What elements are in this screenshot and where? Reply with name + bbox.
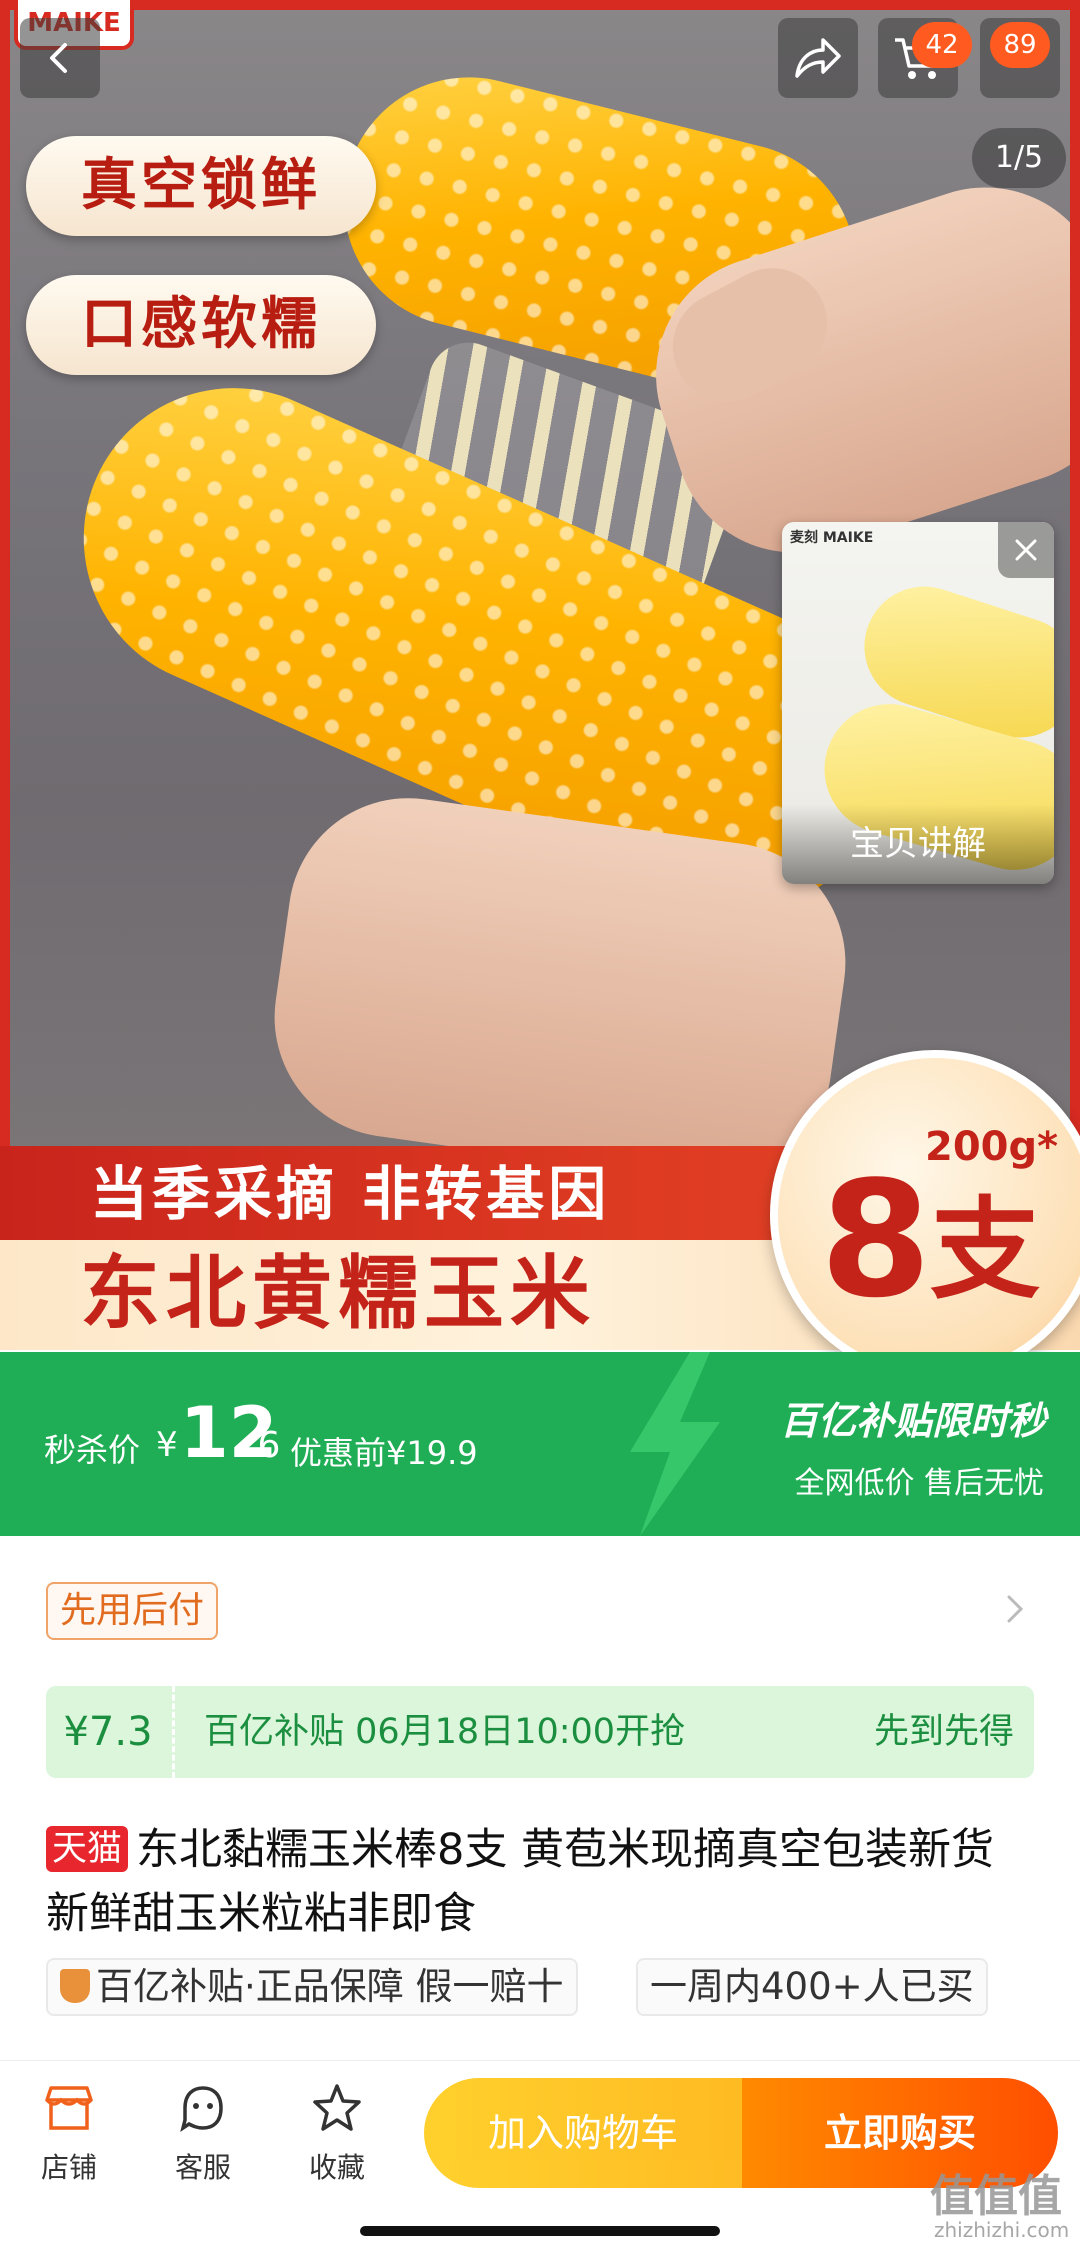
- service-label: 客服: [174, 2151, 231, 2184]
- shop-label: 店铺: [40, 2151, 97, 2184]
- flash-price-currency: ¥: [156, 1425, 178, 1465]
- cart-count-badge: 42: [912, 22, 972, 68]
- video-brand-logo: 麦刻 MAIKE: [790, 530, 874, 546]
- watermark-url: zhizhizhi.com: [934, 2218, 1070, 2242]
- count-unit: 支: [930, 1186, 1040, 1314]
- campaign-title: 百亿补贴限时秒: [779, 1399, 1046, 1443]
- promo-line-harvest: 当季采摘 非转基因: [90, 1160, 611, 1228]
- subsidy-first-come: 先到先得: [873, 1712, 1014, 1752]
- share-button[interactable]: [778, 18, 858, 98]
- video-explain-card[interactable]: 麦刻 MAIKE 宝贝讲解: [782, 522, 1054, 884]
- feature-tag-soft: 口感软糯: [26, 275, 376, 375]
- chevron-right-icon[interactable]: [1000, 1594, 1030, 1624]
- flash-price-label: 秒杀价: [44, 1431, 141, 1469]
- service-tab[interactable]: 客服: [148, 2080, 258, 2186]
- count-number: 8: [820, 1146, 932, 1333]
- campaign-desc: 全网低价 售后无忧: [794, 1466, 1044, 1501]
- favorite-tab[interactable]: 收藏: [282, 2080, 392, 2186]
- close-icon: [1015, 539, 1037, 561]
- video-close-button[interactable]: [998, 522, 1054, 578]
- subsidy-divider: [172, 1686, 175, 1778]
- message-count-badge: 89: [990, 22, 1050, 68]
- promo-line-product: 东北黄糯玉米: [80, 1247, 596, 1340]
- guarantee-text: 百亿补贴·正品保障 假一赔十: [96, 1965, 564, 2008]
- video-label: 宝贝讲解: [782, 804, 1054, 884]
- watermark-logo: 值值值: [930, 2171, 1062, 2222]
- chevron-left-icon: [50, 43, 67, 73]
- customer-service-icon: [180, 2086, 223, 2132]
- pay-later-badge[interactable]: 先用后付: [46, 1582, 219, 1640]
- guarantee-chip[interactable]: 百亿补贴·正品保障 假一赔十: [46, 1958, 578, 2016]
- home-indicator: [360, 2226, 720, 2236]
- add-to-cart-button[interactable]: 加入购物车: [424, 2078, 742, 2188]
- flash-price-decimal: .6: [246, 1425, 281, 1466]
- favorite-label: 收藏: [308, 2151, 365, 2184]
- lightning-icon: [630, 1352, 720, 1536]
- shop-tab[interactable]: 店铺: [14, 2080, 124, 2186]
- shield-icon: [60, 1969, 90, 2003]
- product-title-text: 东北黏糯玉米棒8支 黄苞米现摘真空包装新货新鲜甜玉米粒粘非即食: [46, 1825, 995, 1939]
- count-weight: 200g*: [925, 1124, 1059, 1170]
- back-button[interactable]: [20, 18, 100, 98]
- star-icon: [313, 2084, 361, 2131]
- store-icon: [45, 2086, 93, 2130]
- image-counter: 1/5: [972, 128, 1066, 188]
- tmall-tag: 天猫: [46, 1826, 129, 1872]
- subsidy-start-time: 百亿补贴 06月18日10:00开抢: [204, 1712, 686, 1752]
- feature-tag-vacuum: 真空锁鲜: [26, 136, 376, 236]
- share-icon: [795, 38, 841, 78]
- product-title: 天猫 东北黏糯玉米棒8支 黄苞米现摘真空包装新货新鲜甜玉米粒粘非即食: [46, 1818, 1036, 1946]
- subsidy-price: ¥7.3: [63, 1709, 153, 1755]
- original-price: 优惠前¥19.9: [290, 1434, 478, 1472]
- sales-chip: 一周内400+人已买: [636, 1958, 988, 2016]
